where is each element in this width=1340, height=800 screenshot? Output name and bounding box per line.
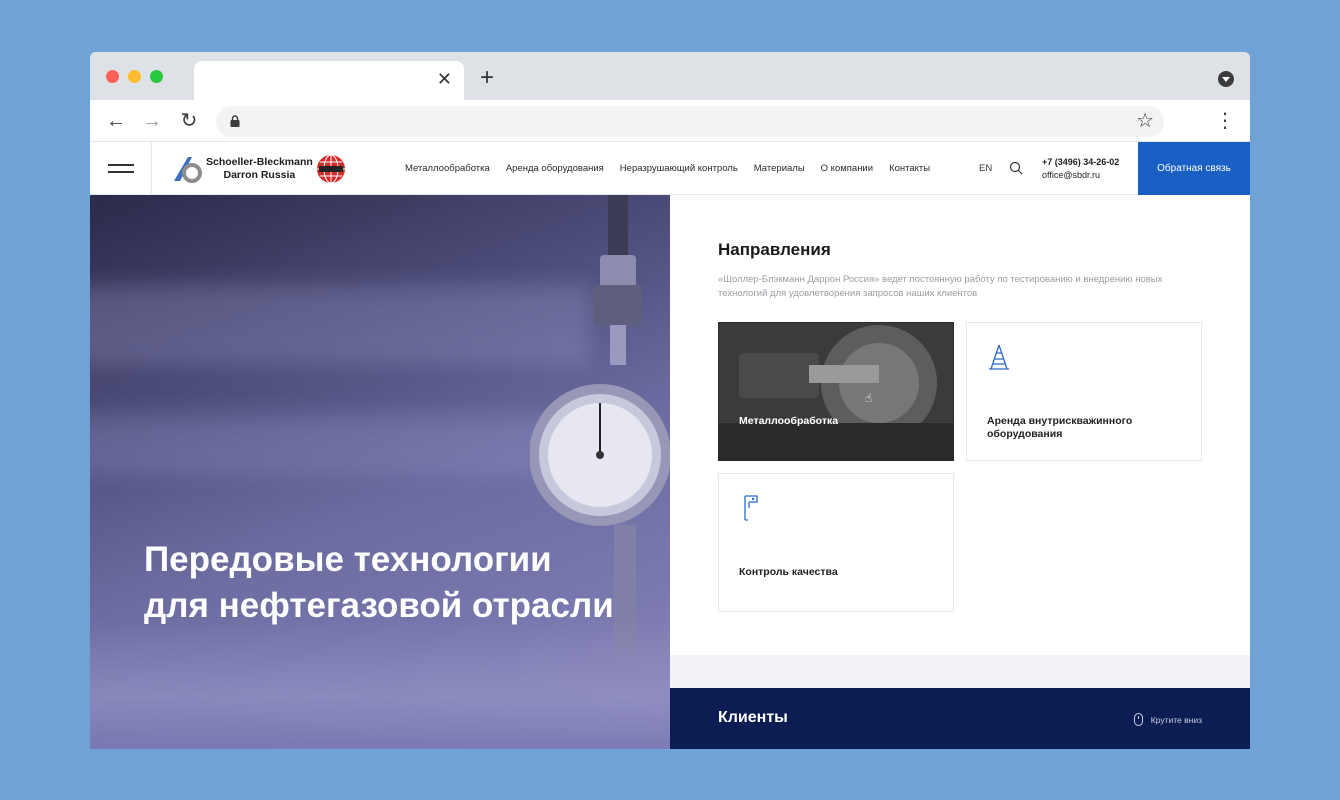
address-bar[interactable]: ☆ xyxy=(216,106,1164,137)
hero-floor xyxy=(90,619,670,749)
phone-link[interactable]: +7 (3496) 34-26-02 xyxy=(1042,156,1119,169)
site-logo[interactable]: Schoeller-Bleckmann Darron Russia xyxy=(170,152,350,186)
browser-menu-icon[interactable]: ⋮ xyxy=(1213,109,1237,133)
nav-about[interactable]: О компании xyxy=(821,163,873,174)
section-divider xyxy=(670,655,1250,688)
nav-equipment-rental[interactable]: Аренда оборудования xyxy=(506,163,604,174)
reload-button[interactable]: ↻ xyxy=(177,109,201,133)
direction-card-rental[interactable]: Аренда внутрискважинного оборудования xyxy=(966,322,1202,461)
lathe-photo xyxy=(719,323,953,460)
browser-tab[interactable]: ✕ xyxy=(194,61,464,100)
globe-emblem-icon xyxy=(317,154,345,184)
card-label: Металлообработка xyxy=(739,415,839,427)
directions-description: «Шоллер-Блэкманн Даррон Россия» ведет по… xyxy=(718,274,1163,299)
logo-text: Schoeller-Bleckmann Darron Russia xyxy=(206,156,313,182)
feedback-button[interactable]: Обратная связь xyxy=(1138,142,1250,195)
nav-materials[interactable]: Материалы xyxy=(754,163,805,174)
tab-search-icon[interactable] xyxy=(1218,71,1234,87)
tab-close-icon[interactable]: ✕ xyxy=(437,69,452,89)
direction-card-quality[interactable]: Контроль качества xyxy=(718,473,954,612)
caliper-icon xyxy=(744,495,758,521)
nav-metalworking[interactable]: Металлообработка xyxy=(405,163,490,174)
maximize-window-button[interactable] xyxy=(150,70,163,83)
tab-strip: ✕ + xyxy=(90,52,1250,100)
hero-blur-band xyxy=(90,285,590,365)
lock-icon xyxy=(230,115,240,127)
main-nav: Металлообработка Аренда оборудования Нер… xyxy=(405,163,930,174)
nav-contacts[interactable]: Контакты xyxy=(889,163,930,174)
minimize-window-button[interactable] xyxy=(128,70,141,83)
directions-title: Направления xyxy=(718,240,831,259)
hero-section: Передовые технологии для нефтегазовой от… xyxy=(90,195,670,749)
pointer-cursor-icon: ☝ xyxy=(865,391,873,405)
language-switch[interactable]: EN xyxy=(979,163,992,174)
contact-info: +7 (3496) 34-26-02 office@sbdr.ru xyxy=(1042,156,1119,182)
forward-button[interactable]: → xyxy=(140,109,164,133)
nav-ndt[interactable]: Неразрушающий контроль xyxy=(620,163,738,174)
scroll-hint[interactable]: Крутите вниз xyxy=(1133,713,1202,726)
hero-title: Передовые технологии для нефтегазовой от… xyxy=(144,540,614,625)
directions-section: Направления «Шоллер-Блэкманн Даррон Росс… xyxy=(670,195,1250,655)
hero-blur-band xyxy=(90,415,550,475)
logo-line-2: Darron Russia xyxy=(223,169,296,181)
clients-section: Клиенты Крутите вниз xyxy=(670,688,1250,749)
clients-title: Клиенты xyxy=(718,709,788,726)
back-button[interactable]: ← xyxy=(104,109,128,133)
email-link[interactable]: office@sbdr.ru xyxy=(1042,169,1119,182)
logo-line-1: Schoeller-Bleckmann xyxy=(206,156,313,168)
new-tab-button[interactable]: + xyxy=(480,66,494,90)
hamburger-menu-icon[interactable] xyxy=(90,142,152,195)
card-label: Контроль качества xyxy=(739,566,838,578)
search-icon[interactable] xyxy=(1009,161,1023,175)
bookmark-star-icon[interactable]: ☆ xyxy=(1136,110,1154,132)
derrick-icon xyxy=(989,344,1009,370)
site-header: Schoeller-Bleckmann Darron Russia Металл… xyxy=(90,142,1250,195)
close-window-button[interactable] xyxy=(106,70,119,83)
scroll-hint-label: Крутите вниз xyxy=(1150,714,1202,725)
browser-window: ✕ + ← → ↻ ☆ ⋮ Schoeller-Bleckmann Darron… xyxy=(90,52,1250,749)
mouse-scroll-icon xyxy=(1133,713,1143,726)
browser-toolbar: ← → ↻ ☆ ⋮ xyxy=(90,100,1250,142)
sbdr-logo-icon xyxy=(174,157,202,183)
card-label: Аренда внутрискважинного оборудования xyxy=(987,415,1133,440)
direction-card-metalworking[interactable]: Металлообработка ☝ xyxy=(718,322,954,461)
